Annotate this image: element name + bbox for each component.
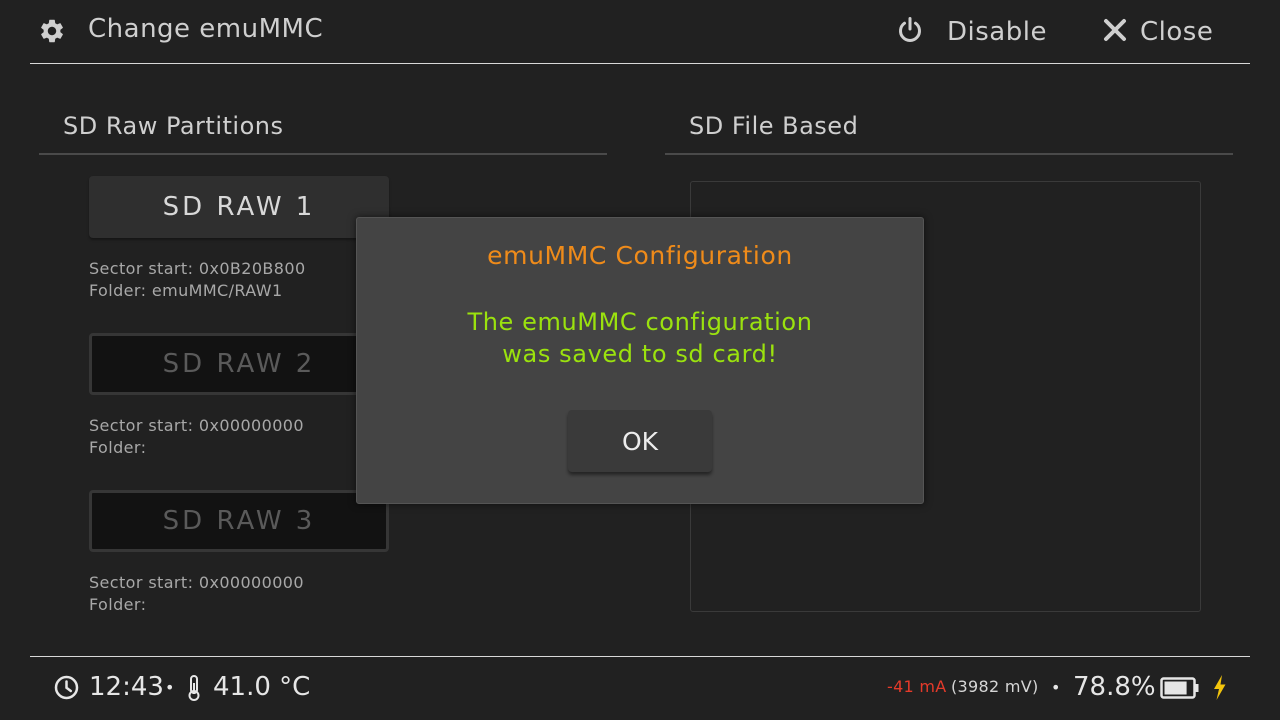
ok-button[interactable]: OK <box>568 410 712 472</box>
config-saved-dialog: emuMMC Configuration The emuMMC configur… <box>356 217 924 504</box>
section-title-file: SD File Based <box>689 112 859 140</box>
sd-raw-1-button[interactable]: SD RAW 1 <box>89 176 389 238</box>
section-divider-raw <box>39 153 607 155</box>
page-title: Change emuMMC <box>88 14 324 44</box>
section-title-raw: SD Raw Partitions <box>63 112 284 140</box>
battery-voltage: (3982 mV) <box>951 677 1039 696</box>
close-icon <box>1102 17 1128 47</box>
thermometer-icon <box>186 674 202 702</box>
raw-2-info: Sector start: 0x00000000 Folder: <box>89 415 304 459</box>
raw-2-folder: Folder: <box>89 438 147 457</box>
footer-divider <box>30 656 1250 657</box>
gear-icon <box>38 17 66 45</box>
clock-icon <box>54 675 79 700</box>
battery-current: -41 mA <box>887 677 947 696</box>
dialog-message: The emuMMC configuration was saved to sd… <box>357 306 923 370</box>
section-divider-file <box>665 153 1233 155</box>
raw-1-info: Sector start: 0x0B20B800 Folder: emuMMC/… <box>89 258 306 302</box>
sd-raw-2-button[interactable]: SD RAW 2 <box>89 333 389 395</box>
raw-3-sector: Sector start: 0x00000000 <box>89 573 304 592</box>
separator-dot: • <box>165 678 175 697</box>
raw-3-folder: Folder: <box>89 595 147 614</box>
disable-button[interactable]: Disable <box>895 12 1047 52</box>
sd-raw-3-button[interactable]: SD RAW 3 <box>89 490 389 552</box>
temperature-readout: 41.0 °C <box>213 672 311 702</box>
close-button[interactable]: Close <box>1102 12 1213 52</box>
clock-time: 12:43 <box>89 672 164 702</box>
dialog-message-line-2: was saved to sd card! <box>502 340 778 368</box>
charging-bolt-icon <box>1212 674 1227 701</box>
raw-3-info: Sector start: 0x00000000 Folder: <box>89 572 304 616</box>
dialog-message-line-1: The emuMMC configuration <box>467 308 813 336</box>
header-divider <box>30 63 1250 64</box>
disable-label: Disable <box>947 17 1047 47</box>
raw-1-folder: Folder: emuMMC/RAW1 <box>89 281 283 300</box>
close-label: Close <box>1140 17 1214 47</box>
battery-icon <box>1160 676 1200 700</box>
power-icon <box>895 15 925 49</box>
dialog-title: emuMMC Configuration <box>487 241 793 270</box>
battery-percent: 78.8% <box>1073 672 1156 702</box>
separator-dot: • <box>1051 678 1061 697</box>
raw-1-sector: Sector start: 0x0B20B800 <box>89 259 306 278</box>
raw-2-sector: Sector start: 0x00000000 <box>89 416 304 435</box>
